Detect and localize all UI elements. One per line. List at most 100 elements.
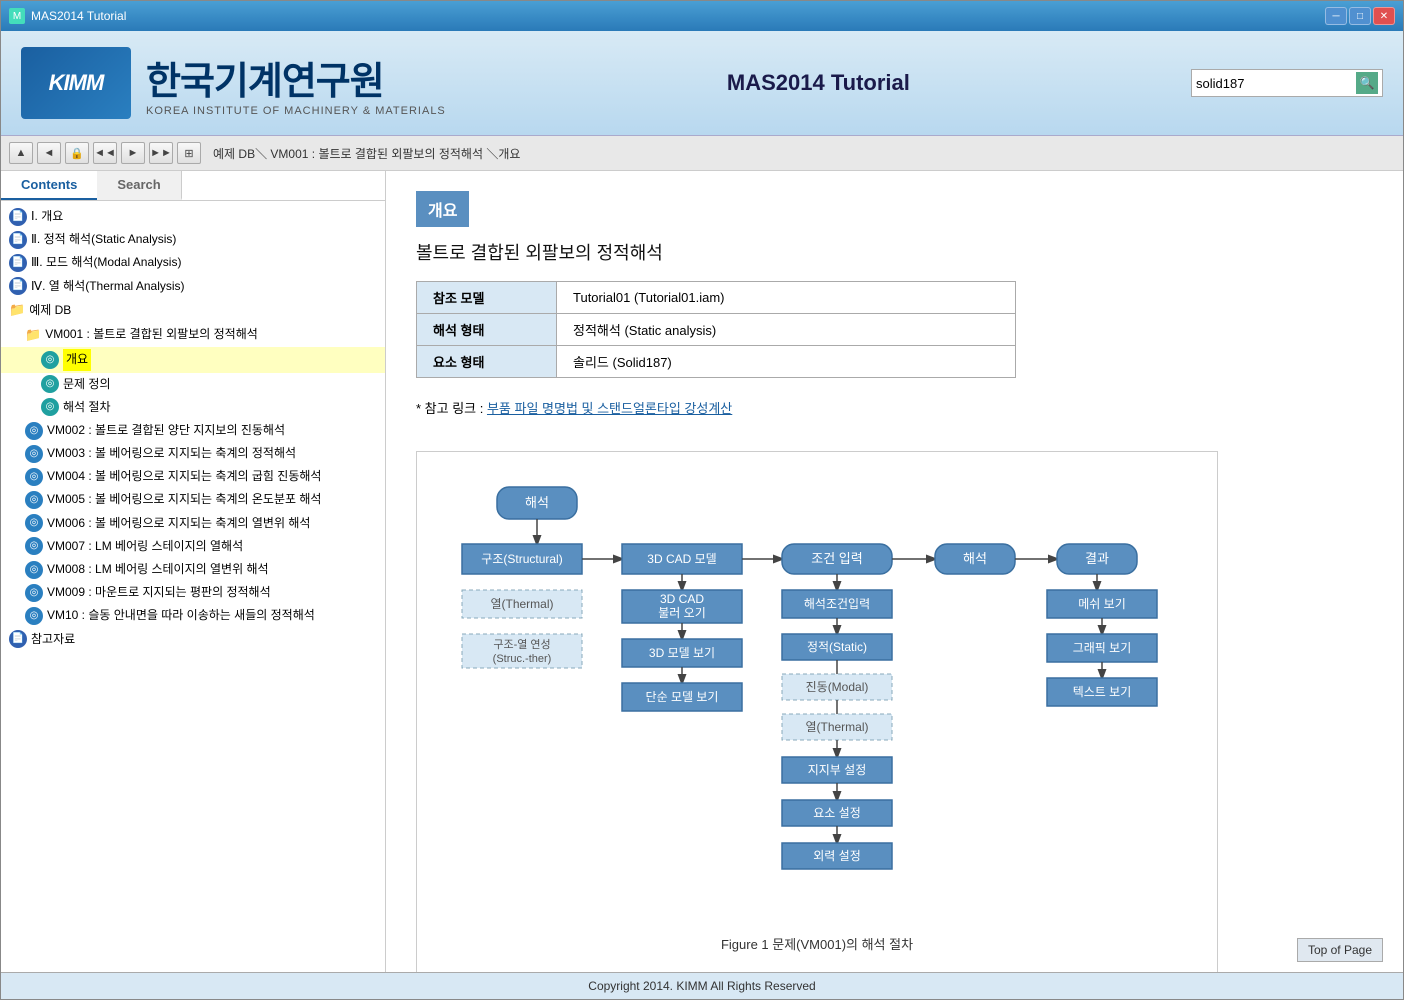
blue-icon: ◎ (25, 468, 43, 486)
sidebar-item-iii-modal[interactable]: 📄Ⅲ. 모드 해석(Modal Analysis) (1, 251, 385, 274)
table-label: 참조 모델 (417, 282, 557, 314)
maximize-button[interactable]: □ (1349, 7, 1371, 25)
blue-icon: ◎ (25, 584, 43, 602)
logo-area: KIMM 한국기계연구원 KOREA INSTITUTE OF MACHINER… (21, 47, 446, 119)
folder-icon: 📁 (25, 325, 41, 346)
search-button[interactable]: 🔍 (1356, 72, 1378, 94)
teal-icon: ◎ (41, 375, 59, 393)
svg-text:불러 오기: 불러 오기 (658, 606, 706, 620)
ref-link-prefix: * 참고 링크 : (416, 401, 487, 416)
main-area: Contents Search 📄Ⅰ. 개요📄Ⅱ. 정적 해석(Static A… (1, 171, 1403, 972)
folder-icon: 📁 (9, 300, 25, 321)
sidebar-item-vm001-procedure[interactable]: ◎해석 절차 (1, 396, 385, 419)
svg-text:조건 입력: 조건 입력 (811, 551, 862, 566)
nav-back-button[interactable]: ◄ (37, 142, 61, 164)
search-input[interactable] (1196, 76, 1356, 91)
content-inner: 개요 볼트로 결합된 외팔보의 정적해석 참조 모델Tutorial01 (Tu… (386, 171, 1286, 972)
table-label: 해석 형태 (417, 314, 557, 346)
svg-text:해석: 해석 (963, 551, 987, 566)
minimize-button[interactable]: ─ (1325, 7, 1347, 25)
sidebar-item-vm001-folder[interactable]: 📁VM001 : 볼트로 결합된 외팔보의 정적해석 (1, 323, 385, 348)
nav-bar: ▲ ◄ 🔒 ◄◄ ► ►► ⊞ 예제 DB＼ VM001 : 볼트로 결합된 외… (1, 136, 1403, 171)
close-button[interactable]: ✕ (1373, 7, 1395, 25)
nav-up-button[interactable]: ▲ (9, 142, 33, 164)
svg-text:해석조건입력: 해석조건입력 (804, 597, 870, 611)
table-value: 솔리드 (Solid187) (557, 346, 1016, 378)
kimm-english-name: KOREA INSTITUTE OF MACHINERY & MATERIALS (146, 105, 446, 117)
svg-text:열(Thermal): 열(Thermal) (490, 597, 553, 611)
svg-text:결과: 결과 (1085, 551, 1109, 566)
nav-forward-button[interactable]: ►► (149, 142, 173, 164)
item-label: VM10 : 슬동 안내면을 따라 이송하는 새들의 정적해석 (47, 606, 315, 625)
item-label: Ⅲ. 모드 해석(Modal Analysis) (31, 253, 181, 272)
svg-text:그래픽 보기: 그래픽 보기 (1073, 641, 1132, 655)
svg-text:메쉬 보기: 메쉬 보기 (1078, 597, 1126, 611)
sidebar-item-vm002[interactable]: ◎VM002 : 볼트로 결합된 양단 지지보의 진동해석 (1, 419, 385, 442)
sidebar-item-vm010[interactable]: ◎VM10 : 슬동 안내면을 따라 이송하는 새들의 정적해석 (1, 604, 385, 627)
book-icon: 📄 (9, 277, 27, 295)
blue-icon: ◎ (25, 445, 43, 463)
kimm-text: 한국기계연구원 KOREA INSTITUTE OF MACHINERY & M… (146, 50, 446, 117)
nav-expand-button[interactable]: ⊞ (177, 142, 201, 164)
svg-text:3D 모델 보기: 3D 모델 보기 (649, 646, 715, 660)
item-label: VM001 : 볼트로 결합된 외팔보의 정적해석 (45, 325, 258, 344)
sidebar-item-vm003[interactable]: ◎VM003 : 볼 베어링으로 지지되는 축계의 정적해석 (1, 442, 385, 465)
nav-prev-button[interactable]: ◄◄ (93, 142, 117, 164)
window-controls: ─ □ ✕ (1325, 7, 1395, 25)
footer: Copyright 2014. KIMM All Rights Reserved (1, 972, 1403, 999)
item-label: 참고자료 (31, 630, 75, 649)
item-label: 문제 정의 (63, 375, 111, 394)
sidebar-item-vm004[interactable]: ◎VM004 : 볼 베어링으로 지지되는 축계의 굽힘 진동해석 (1, 465, 385, 488)
svg-text:3D CAD 모델: 3D CAD 모델 (647, 552, 716, 566)
sidebar-item-vm007[interactable]: ◎VM007 : LM 베어링 스테이지의 열해석 (1, 535, 385, 558)
svg-text:(Struc.-ther): (Struc.-ther) (493, 653, 552, 665)
sidebar-item-examples-db[interactable]: 📁예제 DB (1, 298, 385, 323)
title-bar: M MAS2014 Tutorial ─ □ ✕ (1, 1, 1403, 31)
item-label: VM006 : 볼 베어링으로 지지되는 축계의 열변위 해석 (47, 514, 310, 533)
sidebar-tabs: Contents Search (1, 171, 385, 201)
item-label: VM004 : 볼 베어링으로 지지되는 축계의 굽힘 진동해석 (47, 467, 321, 486)
book-icon: 📄 (9, 254, 27, 272)
item-label: VM009 : 마운트로 지지되는 평판의 정적해석 (47, 583, 271, 602)
svg-text:진동(Modal): 진동(Modal) (806, 680, 869, 694)
sidebar-item-ii-static[interactable]: 📄Ⅱ. 정적 해석(Static Analysis) (1, 228, 385, 251)
svg-text:지지부 설정: 지지부 설정 (808, 763, 867, 777)
sidebar-item-vm005[interactable]: ◎VM005 : 볼 베어링으로 지지되는 축계의 온도분포 해석 (1, 488, 385, 511)
svg-text:정적(Static): 정적(Static) (807, 640, 867, 654)
sidebar-item-vm001-problem[interactable]: ◎문제 정의 (1, 373, 385, 396)
table-row: 참조 모델Tutorial01 (Tutorial01.iam) (417, 282, 1016, 314)
blue-icon: ◎ (25, 491, 43, 509)
window-title: MAS2014 Tutorial (31, 9, 1325, 23)
sidebar-item-vm006[interactable]: ◎VM006 : 볼 베어링으로 지지되는 축계의 열변위 해석 (1, 512, 385, 535)
sidebar-item-i-overview[interactable]: 📄Ⅰ. 개요 (1, 205, 385, 228)
tab-contents[interactable]: Contents (1, 171, 97, 200)
sidebar-item-vm001-overview[interactable]: ◎개요 (1, 347, 385, 372)
svg-text:구조(Structural): 구조(Structural) (481, 552, 562, 566)
tab-search[interactable]: Search (97, 171, 181, 200)
top-of-page-button[interactable]: Top of Page (1297, 938, 1383, 962)
sidebar-item-references[interactable]: 📄참고자료 (1, 628, 385, 651)
table-value: 정적해석 (Static analysis) (557, 314, 1016, 346)
nav-lock-button[interactable]: 🔒 (65, 142, 89, 164)
section-header: 개요 (416, 191, 469, 227)
book-icon: 📄 (9, 231, 27, 249)
item-label: VM008 : LM 베어링 스테이지의 열변위 해석 (47, 560, 269, 579)
table-value: Tutorial01 (Tutorial01.iam) (557, 282, 1016, 314)
svg-text:외력 설정: 외력 설정 (813, 849, 861, 863)
book-icon: 📄 (9, 630, 27, 648)
sidebar-item-vm008[interactable]: ◎VM008 : LM 베어링 스테이지의 열변위 해석 (1, 558, 385, 581)
search-box: 🔍 (1191, 69, 1383, 97)
book-icon: 📄 (9, 208, 27, 226)
kimm-logo: KIMM (21, 47, 131, 119)
teal-icon: ◎ (41, 351, 59, 369)
sidebar-item-vm009[interactable]: ◎VM009 : 마운트로 지지되는 평판의 정적해석 (1, 581, 385, 604)
item-label: VM007 : LM 베어링 스테이지의 열해석 (47, 537, 243, 556)
breadcrumb: 예제 DB＼ VM001 : 볼트로 결합된 외팔보의 정적해석 ＼개요 (205, 145, 1395, 162)
sidebar-item-iv-thermal[interactable]: 📄Ⅳ. 열 해석(Thermal Analysis) (1, 275, 385, 298)
blue-icon: ◎ (25, 607, 43, 625)
item-label: 예제 DB (29, 301, 71, 320)
table-row: 요소 형태솔리드 (Solid187) (417, 346, 1016, 378)
nav-next-button[interactable]: ► (121, 142, 145, 164)
ref-link[interactable]: 부품 파일 명명법 및 스탠드얼론타입 강성계산 (487, 401, 732, 416)
item-label: Ⅰ. 개요 (31, 207, 63, 226)
